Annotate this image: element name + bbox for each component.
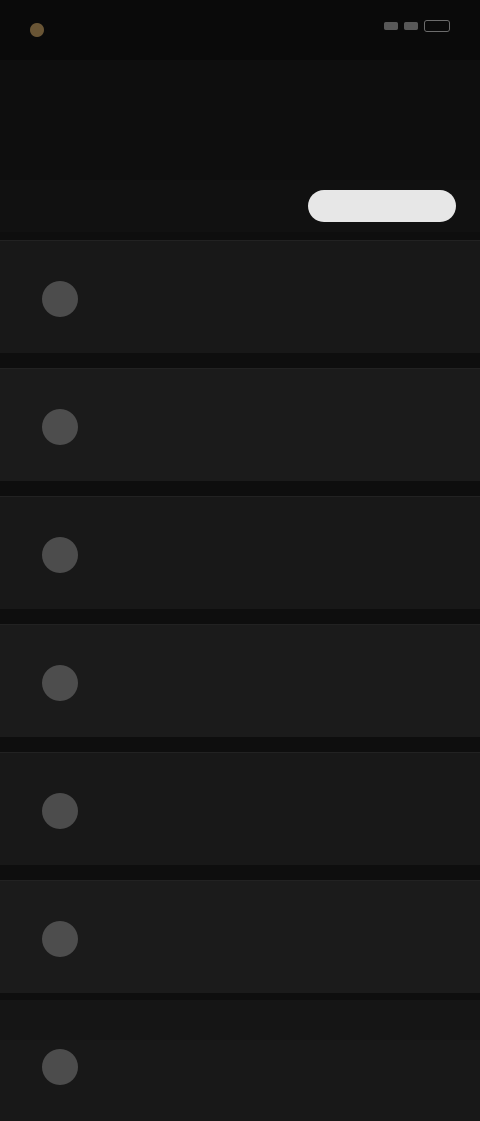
item-icon — [42, 665, 78, 701]
item-icon — [42, 409, 78, 445]
item-icon — [42, 921, 78, 957]
list-item[interactable] — [0, 752, 480, 865]
item-icon — [42, 281, 78, 317]
wifi-icon — [404, 22, 418, 30]
action-pill-button[interactable] — [308, 190, 456, 222]
item-icon — [42, 1049, 78, 1085]
status-right — [384, 20, 450, 32]
list-item[interactable] — [0, 880, 480, 993]
status-bar — [0, 0, 480, 60]
filter-bar — [0, 180, 480, 232]
battery-icon — [424, 20, 450, 32]
signal-icon — [384, 22, 398, 30]
list-item[interactable] — [0, 496, 480, 609]
page-header — [0, 110, 480, 170]
item-icon — [42, 793, 78, 829]
list-item[interactable] — [0, 240, 480, 353]
list-item[interactable] — [0, 368, 480, 481]
status-left — [30, 18, 52, 42]
item-list — [0, 240, 480, 1121]
item-icon — [42, 537, 78, 573]
list-item[interactable] — [0, 624, 480, 737]
app-logo-icon — [30, 23, 44, 37]
bottom-footer — [0, 1000, 480, 1040]
